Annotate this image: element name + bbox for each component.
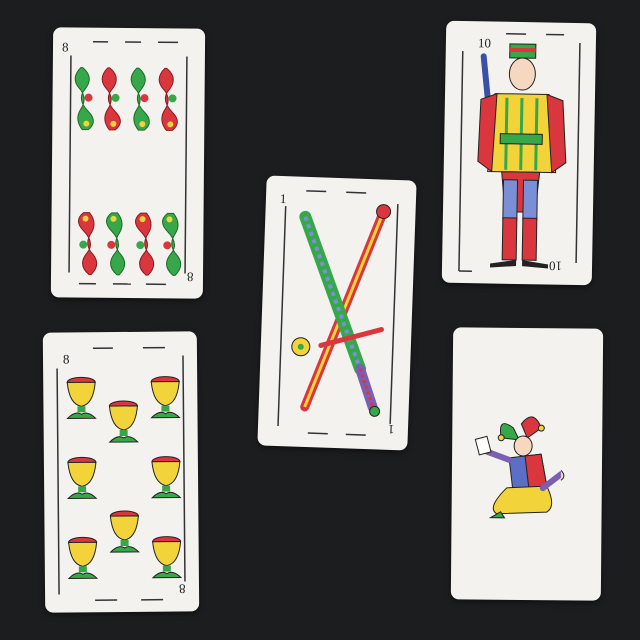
cup-icon [108, 400, 139, 443]
cups-artwork [56, 346, 186, 601]
club-icon [158, 67, 178, 131]
card-one-of-swords: 1 1 [257, 175, 417, 451]
cup-icon [151, 536, 183, 579]
card-ten-of-swords: 10 10 [441, 20, 597, 286]
club-icon [74, 67, 94, 131]
club-icon [161, 212, 182, 276]
page-figure-artwork [458, 33, 581, 272]
flower-icon [291, 337, 311, 357]
card-joker [450, 327, 604, 601]
sword-artwork [277, 190, 399, 436]
cup-icon [151, 456, 182, 499]
club-icon [130, 67, 150, 131]
cup-icon [67, 536, 99, 579]
card-eight-of-clubs: 8 8 [50, 27, 206, 299]
cup-icon [66, 376, 97, 419]
cup-icon [67, 456, 98, 499]
sword-icon [300, 204, 392, 412]
joker-icon [474, 416, 565, 519]
club-icon [105, 212, 126, 276]
card-table: 8 8 10 10 1 1 8 8 [0, 0, 640, 640]
card-eight-of-cups: 8 8 [42, 331, 200, 613]
club-icon [101, 67, 121, 131]
cup-icon [150, 376, 181, 419]
club-icon [134, 212, 155, 276]
club-icon [77, 212, 98, 276]
clubs-artwork [68, 40, 188, 286]
cup-icon [109, 510, 140, 553]
joker-artwork [474, 416, 565, 519]
